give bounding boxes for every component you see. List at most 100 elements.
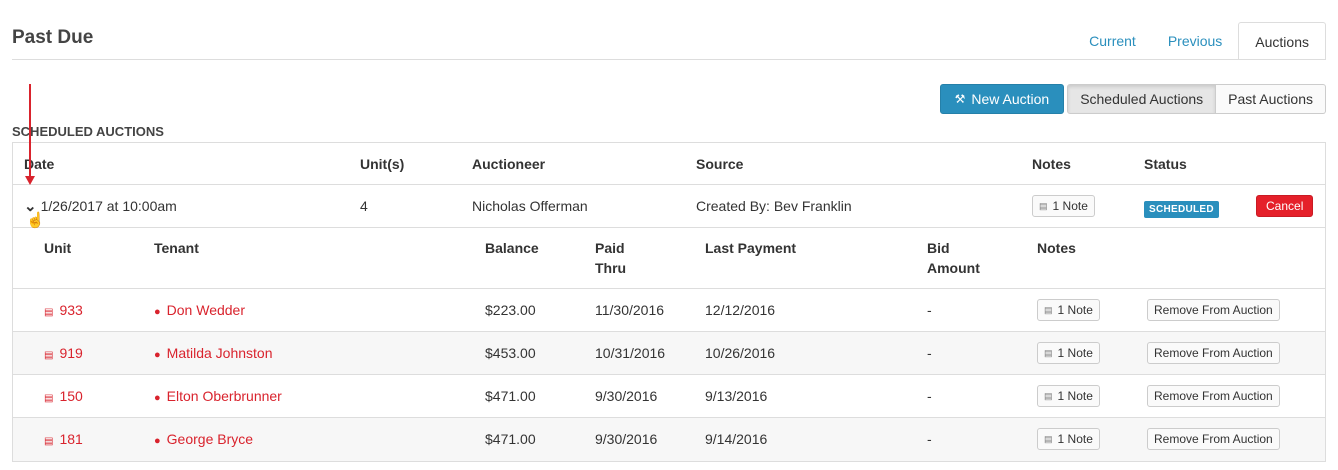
tenant-name: Elton Oberbrunner <box>166 388 282 404</box>
storage-unit-icon: ▤ <box>44 350 54 361</box>
header-last-payment: Last Payment <box>705 240 797 256</box>
section-title: SCHEDULED AUCTIONS <box>12 124 164 139</box>
last-payment: 9/13/2016 <box>705 388 768 404</box>
unit-notes-button[interactable]: ▤ 1 Note <box>1037 385 1100 407</box>
paid-thru: 9/30/2016 <box>595 431 658 447</box>
tenant-link[interactable]: ● Don Wedder <box>154 302 245 318</box>
balance: $223.00 <box>485 302 536 318</box>
tab-bar: Current Previous Auctions <box>1073 22 1326 60</box>
storage-unit-icon: ▤ <box>44 393 54 404</box>
auction-auctioneer: Nicholas Offerman <box>472 198 588 214</box>
balance: $453.00 <box>485 345 536 361</box>
storage-unit-icon: ▤ <box>44 436 54 447</box>
table-row: ▤ 181 ● George Bryce $471.00 9/30/2016 9/1… <box>13 418 1325 461</box>
unit-link[interactable]: ▤ 150 <box>44 388 83 404</box>
bid-amount: - <box>927 388 932 404</box>
last-payment: 9/14/2016 <box>705 431 768 447</box>
tenant-link[interactable]: ● Matilda Johnston <box>154 345 273 361</box>
unit-notes-button[interactable]: ▤ 1 Note <box>1037 342 1100 364</box>
unit-number: 933 <box>59 302 83 318</box>
remove-from-auction-button[interactable]: Remove From Auction <box>1147 299 1280 321</box>
unit-link[interactable]: ▤ 919 <box>44 345 83 361</box>
remove-from-auction-button[interactable]: Remove From Auction <box>1147 342 1280 364</box>
tab-current[interactable]: Current <box>1073 22 1152 60</box>
person-icon: ● <box>154 392 161 404</box>
unit-notes-label: 1 Note <box>1057 346 1093 360</box>
auction-row[interactable]: ⌄ 1/26/2017 at 10:00am 4 Nicholas Offerma… <box>13 185 1325 228</box>
auction-table: Date Unit(s) Auctioneer Source Notes Sta… <box>12 142 1326 462</box>
auction-units: 4 <box>360 198 368 214</box>
header-source: Source <box>696 156 744 172</box>
paid-thru: 10/31/2016 <box>595 345 666 361</box>
person-icon: ● <box>154 435 161 447</box>
tenant-name: George Bryce <box>166 431 254 447</box>
table-row: ▤ 919 ● Matilda Johnston $453.00 10/31/201… <box>13 332 1325 375</box>
tab-divider <box>12 59 1326 60</box>
remove-from-auction-button[interactable]: Remove From Auction <box>1147 428 1280 450</box>
header-bid: Bid <box>927 240 950 256</box>
header-tenant: Tenant <box>154 240 199 256</box>
last-payment: 10/26/2016 <box>705 345 776 361</box>
table-row: ▤ 933 ● Don Wedder $223.00 11/30/2016 12/1… <box>13 289 1325 332</box>
unit-link[interactable]: ▤ 933 <box>44 302 83 318</box>
table-row: ▤ 150 ● Elton Oberbrunner $471.00 9/30/201… <box>13 375 1325 418</box>
note-icon: ▤ <box>1044 304 1053 315</box>
tenant-name: Matilda Johnston <box>166 345 273 361</box>
header-status: Status <box>1144 156 1187 172</box>
balance: $471.00 <box>485 388 536 404</box>
new-auction-label: New Auction <box>971 91 1050 107</box>
note-icon: ▤ <box>1044 390 1053 401</box>
tenant-link[interactable]: ● George Bryce <box>154 431 253 447</box>
remove-from-auction-button[interactable]: Remove From Auction <box>1147 385 1280 407</box>
balance: $471.00 <box>485 431 536 447</box>
last-payment: 12/12/2016 <box>705 302 776 318</box>
auction-view-toggle: Scheduled Auctions Past Auctions <box>1067 84 1326 114</box>
unit-notes-button[interactable]: ▤ 1 Note <box>1037 428 1100 450</box>
header-auctioneer: Auctioneer <box>472 156 546 172</box>
unit-notes-button[interactable]: ▤ 1 Note <box>1037 299 1100 321</box>
header-unit-notes: Notes <box>1037 240 1076 256</box>
bid-amount: - <box>927 345 932 361</box>
page-title: Past Due <box>12 27 94 48</box>
auction-date-text: 1/26/2017 at 10:00am <box>40 198 177 214</box>
note-icon: ▤ <box>1044 347 1053 358</box>
hand-cursor-icon: ☝ <box>26 212 45 229</box>
note-icon: ▤ <box>1044 433 1053 444</box>
past-auctions-button[interactable]: Past Auctions <box>1216 84 1326 114</box>
storage-unit-icon: ▤ <box>44 307 54 318</box>
tab-previous[interactable]: Previous <box>1152 22 1238 60</box>
auction-notes-label: 1 Note <box>1052 199 1088 213</box>
unit-number: 181 <box>59 431 83 447</box>
person-icon: ● <box>154 349 161 361</box>
scheduled-auctions-button[interactable]: Scheduled Auctions <box>1067 84 1217 114</box>
tab-auctions[interactable]: Auctions <box>1238 22 1326 60</box>
tenant-link[interactable]: ● Elton Oberbrunner <box>154 388 282 404</box>
auction-date[interactable]: ⌄ 1/26/2017 at 10:00am <box>24 197 177 215</box>
header-amount: Amount <box>927 260 980 276</box>
paid-thru: 9/30/2016 <box>595 388 658 404</box>
person-icon: ● <box>154 306 161 318</box>
annotation-arrow-head <box>25 176 35 185</box>
header-balance: Balance <box>485 240 539 256</box>
cancel-auction-button[interactable]: Cancel <box>1256 195 1314 217</box>
units-header-row: Unit Tenant Balance Paid Thru Last Payme… <box>13 228 1325 289</box>
bid-amount: - <box>927 431 932 447</box>
paid-thru: 11/30/2016 <box>595 302 665 318</box>
header-notes: Notes <box>1032 156 1071 172</box>
unit-notes-label: 1 Note <box>1057 303 1093 317</box>
new-auction-button[interactable]: ⚒ New Auction <box>939 84 1065 114</box>
status-badge: SCHEDULED <box>1144 201 1219 218</box>
gavel-icon: ⚒ <box>954 92 966 106</box>
bid-amount: - <box>927 302 932 318</box>
unit-number: 919 <box>59 345 83 361</box>
auction-notes-button[interactable]: ▤ 1 Note <box>1032 195 1095 217</box>
header-units: Unit(s) <box>360 156 405 172</box>
header-unit: Unit <box>44 240 72 256</box>
unit-notes-label: 1 Note <box>1057 389 1093 403</box>
header-paid: Paid <box>595 240 625 256</box>
unit-link[interactable]: ▤ 181 <box>44 431 83 447</box>
note-icon: ▤ <box>1039 200 1048 211</box>
annotation-arrow <box>29 84 31 179</box>
tenant-name: Don Wedder <box>166 302 245 318</box>
unit-number: 150 <box>59 388 83 404</box>
